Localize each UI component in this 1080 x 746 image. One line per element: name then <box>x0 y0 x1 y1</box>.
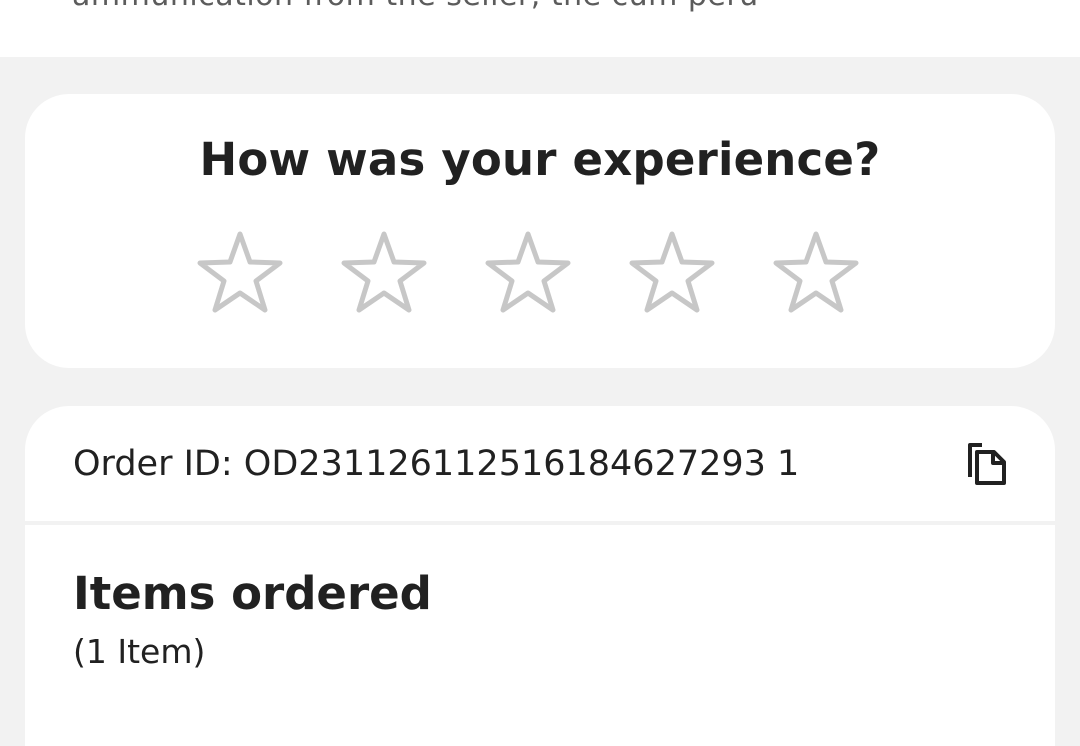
order-id-text: Order ID: OD231126112516184627293 1 <box>73 444 800 484</box>
previous-section-text: ammunication from the seller, the cum pe… <box>72 0 759 13</box>
star-outline-icon <box>773 231 859 313</box>
items-ordered-title: Items ordered <box>73 567 432 620</box>
star-3-button[interactable] <box>484 228 572 316</box>
star-rating <box>196 228 860 316</box>
copy-order-id-button[interactable] <box>966 441 1012 487</box>
previous-section-card: ammunication from the seller, the cum pe… <box>0 0 1080 57</box>
star-5-button[interactable] <box>772 228 860 316</box>
order-details-card: Order ID: OD231126112516184627293 1 Item… <box>25 406 1055 746</box>
star-2-button[interactable] <box>340 228 428 316</box>
order-id-row: Order ID: OD231126112516184627293 1 <box>25 406 1055 521</box>
star-1-button[interactable] <box>196 228 284 316</box>
star-4-button[interactable] <box>628 228 716 316</box>
star-outline-icon <box>341 231 427 313</box>
star-outline-icon <box>485 231 571 313</box>
copy-icon <box>968 443 1006 485</box>
star-outline-icon <box>629 231 715 313</box>
items-count: (1 Item) <box>73 632 206 671</box>
star-outline-icon <box>197 231 283 313</box>
section-divider <box>25 521 1055 525</box>
rating-title: How was your experience? <box>199 133 881 186</box>
